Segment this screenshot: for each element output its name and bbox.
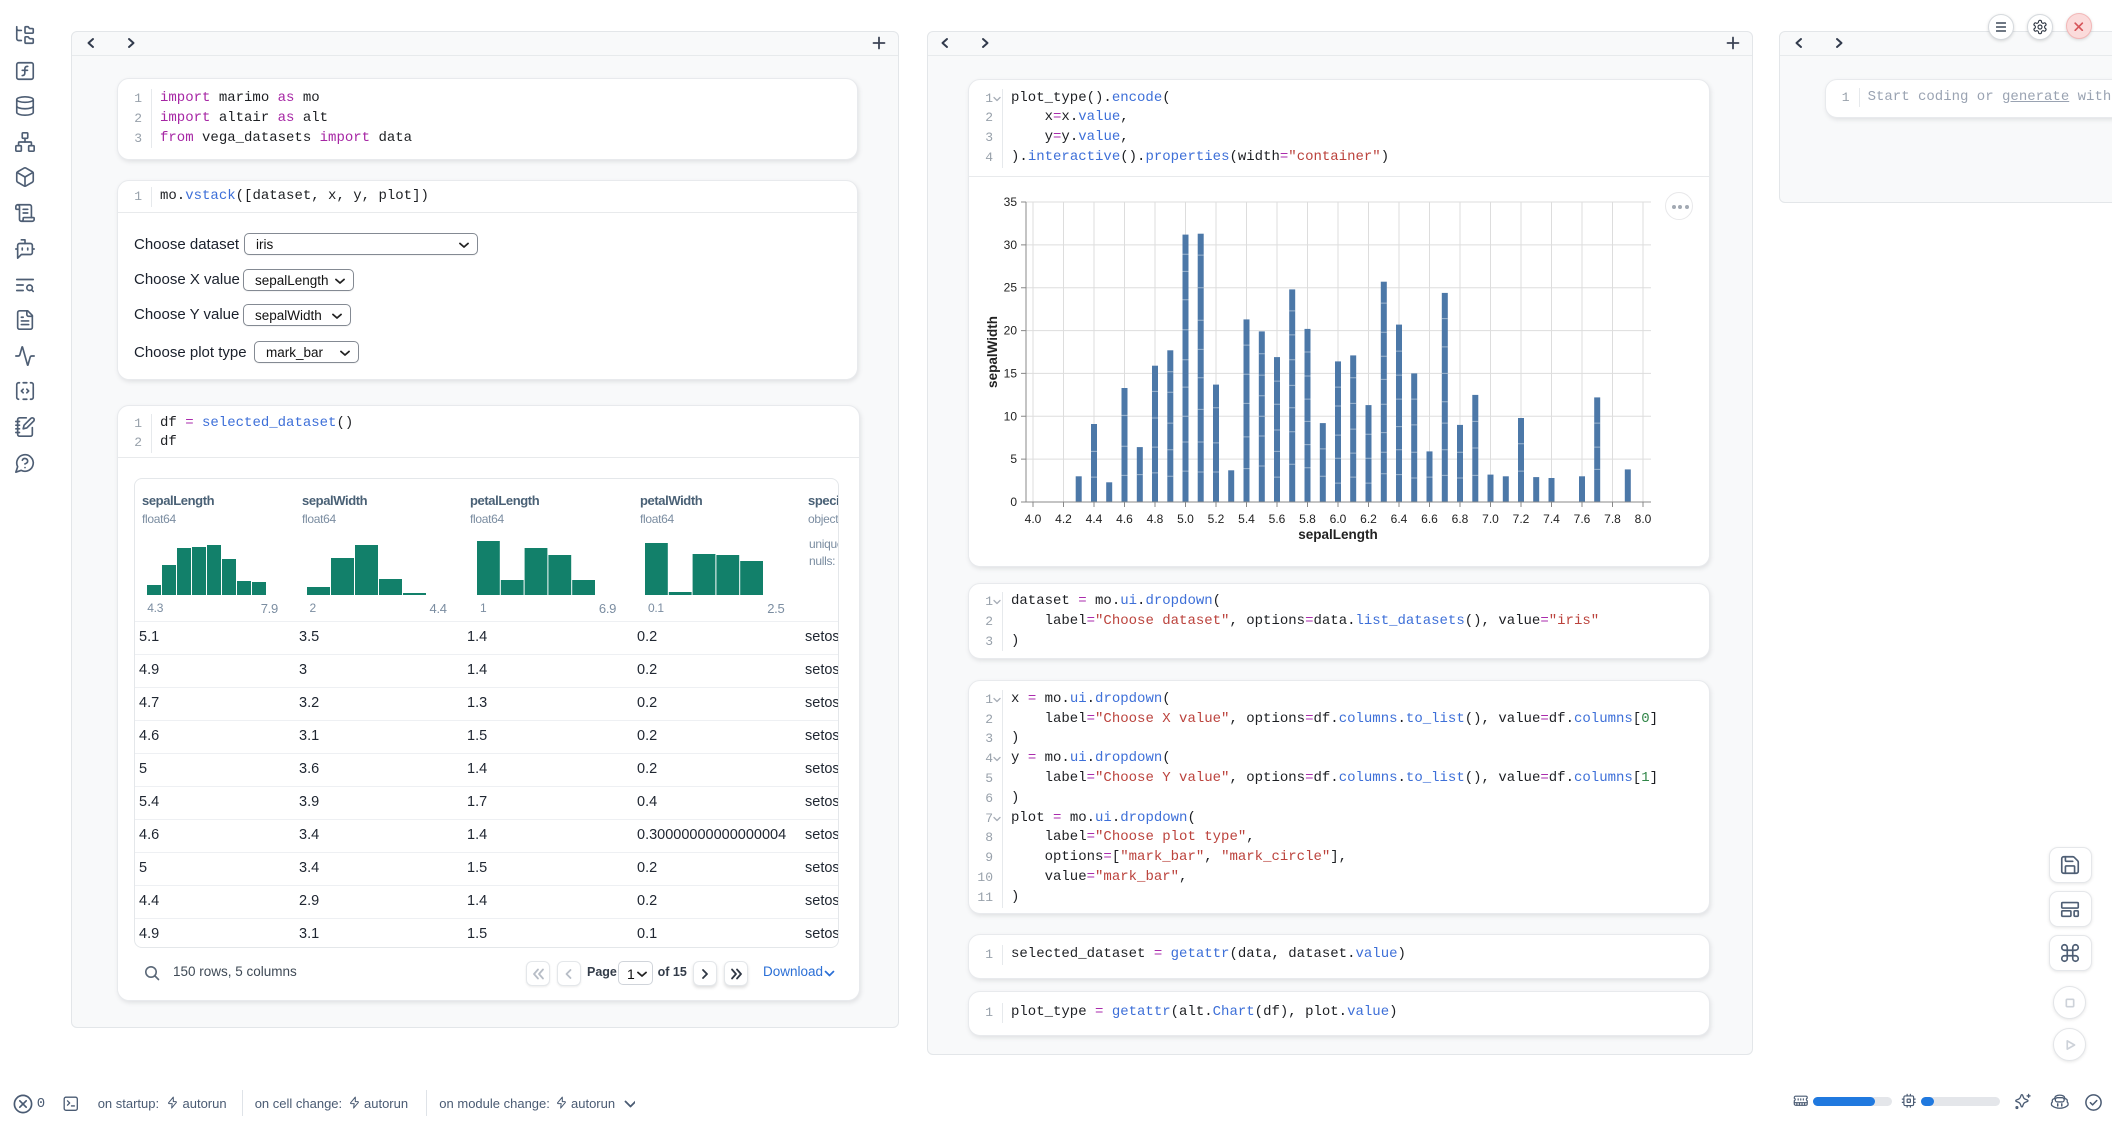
svg-text:4.2: 4.2	[1055, 512, 1072, 526]
svg-text:7.2: 7.2	[1513, 512, 1530, 526]
svg-text:4.4: 4.4	[1086, 512, 1103, 526]
svg-text:4.0: 4.0	[1025, 512, 1042, 526]
svg-text:5.6: 5.6	[1269, 512, 1286, 526]
svg-text:30: 30	[1004, 238, 1018, 252]
svg-text:5.4: 5.4	[1238, 512, 1255, 526]
svg-text:7.6: 7.6	[1574, 512, 1591, 526]
svg-text:6.2: 6.2	[1360, 512, 1377, 526]
svg-text:35: 35	[1004, 195, 1018, 209]
svg-text:8.0: 8.0	[1635, 512, 1652, 526]
svg-text:7.0: 7.0	[1482, 512, 1499, 526]
svg-text:6.6: 6.6	[1421, 512, 1438, 526]
svg-text:0: 0	[1010, 495, 1017, 509]
svg-text:4.6: 4.6	[1116, 512, 1133, 526]
svg-text:6.8: 6.8	[1452, 512, 1469, 526]
svg-text:6.4: 6.4	[1391, 512, 1408, 526]
svg-text:4.8: 4.8	[1147, 512, 1164, 526]
svg-text:7.4: 7.4	[1543, 512, 1560, 526]
svg-text:15: 15	[1004, 366, 1018, 380]
svg-text:20: 20	[1004, 324, 1018, 338]
svg-text:10: 10	[1004, 409, 1018, 423]
svg-text:5: 5	[1010, 452, 1017, 466]
svg-text:5.8: 5.8	[1299, 512, 1316, 526]
svg-text:sepalWidth: sepalWidth	[985, 316, 1000, 388]
svg-text:6.0: 6.0	[1330, 512, 1347, 526]
svg-text:25: 25	[1004, 281, 1018, 295]
svg-text:7.8: 7.8	[1604, 512, 1621, 526]
svg-text:5.2: 5.2	[1208, 512, 1225, 526]
svg-text:5.0: 5.0	[1177, 512, 1194, 526]
svg-text:sepalLength: sepalLength	[1298, 527, 1378, 542]
